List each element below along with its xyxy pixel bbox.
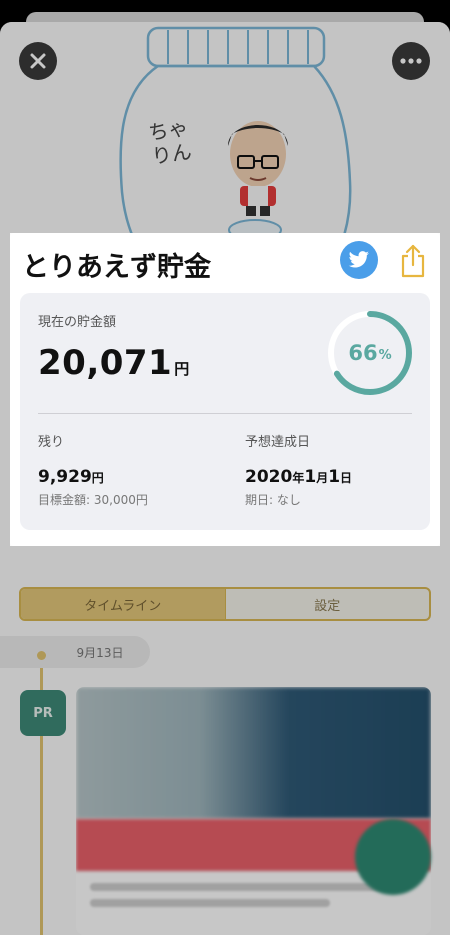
remaining-label: 残り [38, 435, 65, 450]
current-amount-unit: 円 [174, 360, 190, 378]
dim-overlay-top [0, 0, 450, 233]
current-amount-value: 20,071 [38, 343, 173, 383]
current-savings-amount: 20,071 円 [38, 343, 189, 383]
forecast-date: 2020年1月1日 [245, 467, 352, 487]
dim-overlay-left [0, 233, 10, 546]
progress-percent: 66% [326, 309, 414, 397]
share-icon[interactable] [398, 243, 428, 279]
forecast-day: 1 [328, 467, 341, 487]
forecast-month-unit: 月 [316, 471, 329, 485]
progress-percent-unit: % [378, 348, 392, 363]
target-amount: 目標金額: 30,000円 [38, 493, 148, 507]
remaining-section: 残り 9,929円 目標金額: 30,000円 [38, 431, 148, 508]
divider [38, 413, 412, 414]
remaining-amount-unit: 円 [91, 471, 104, 485]
forecast-label: 予想達成日 [245, 435, 311, 450]
twitter-icon [348, 251, 369, 268]
twitter-share-button[interactable] [340, 241, 378, 279]
dim-overlay-right [440, 233, 450, 546]
remaining-amount-value: 9,929 [38, 467, 92, 487]
deadline: 期日: なし [245, 493, 301, 507]
forecast-year: 2020 [245, 467, 293, 487]
goal-title: とりあえず貯金 [22, 252, 211, 283]
savings-summary-card: とりあえず貯金 現在の貯金額 20,071 円 66% 残り 9,929円 目標金… [10, 233, 440, 546]
dim-overlay-bottom [0, 546, 450, 935]
forecast-section: 予想達成日 2020年1月1日 期日: なし [245, 431, 352, 508]
savings-details: 現在の貯金額 20,071 円 66% 残り 9,929円 目標金額: 30,00… [20, 293, 430, 530]
forecast-year-unit: 年 [292, 471, 305, 485]
forecast-day-unit: 日 [340, 471, 353, 485]
remaining-amount: 9,929円 [38, 467, 148, 487]
forecast-month: 1 [304, 467, 317, 487]
progress-percent-value: 66 [348, 341, 378, 365]
current-savings-label: 現在の貯金額 [38, 315, 117, 330]
